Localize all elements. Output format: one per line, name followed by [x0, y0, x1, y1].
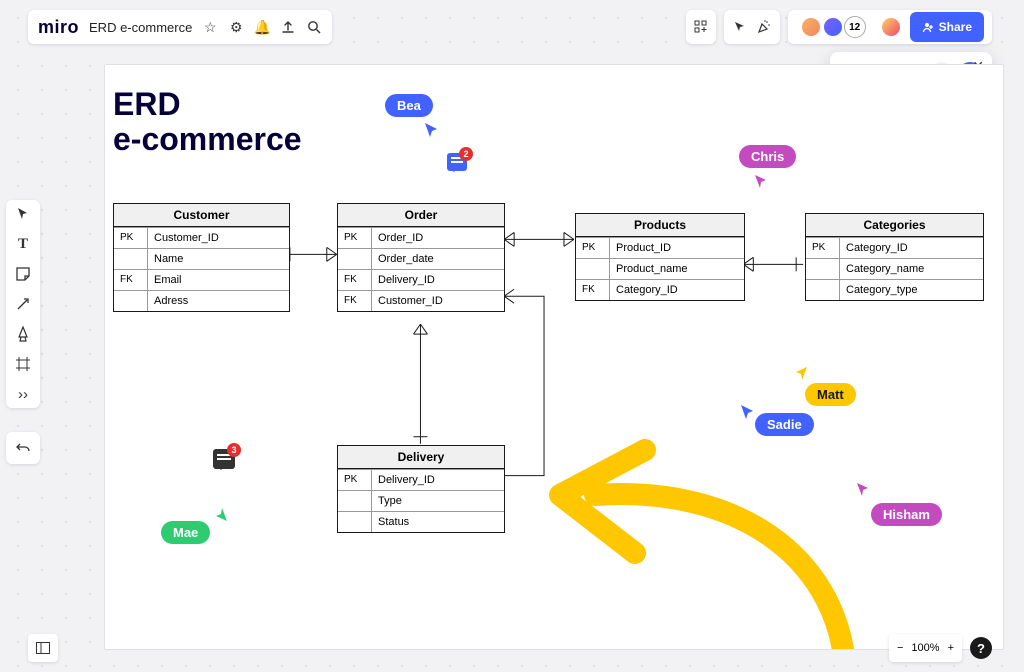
logo[interactable]: miro — [38, 17, 79, 38]
app-root: miro ERD e-commerce ☆ ⚙ 🔔 12 — [0, 0, 1024, 672]
sticky-tool-icon[interactable] — [15, 266, 31, 282]
cursor-label-hisham: Hisham — [871, 503, 942, 526]
cursor-icon — [423, 121, 441, 139]
cursor-label-matt: Matt — [805, 383, 856, 406]
presence-count: 12 — [844, 16, 866, 38]
cursor-label-sadie: Sadie — [755, 413, 814, 436]
board-name[interactable]: ERD e-commerce — [89, 20, 192, 35]
self-avatar[interactable] — [880, 16, 902, 38]
topbar-left: miro ERD e-commerce ☆ ⚙ 🔔 — [28, 10, 332, 44]
cursor-icon — [739, 403, 755, 419]
upload-icon[interactable] — [280, 19, 296, 35]
help-button[interactable]: ? — [970, 637, 992, 659]
star-icon[interactable]: ☆ — [202, 19, 218, 35]
pointer-icon[interactable] — [732, 19, 748, 35]
erd-categories[interactable]: Categories PKCategory_ID Category_name C… — [805, 213, 984, 301]
gear-icon[interactable]: ⚙ — [228, 19, 244, 35]
cursor-icon — [213, 507, 229, 523]
drawn-arrow — [535, 435, 895, 649]
select-tool-icon[interactable] — [15, 206, 31, 222]
diagram-title: ERDe-commerce — [113, 87, 302, 157]
frame-tool-icon[interactable] — [15, 356, 31, 372]
bottom-right: − 100% + ? — [889, 634, 992, 662]
cursor-label-mae: Mae — [161, 521, 210, 544]
zoom-control: − 100% + — [889, 634, 962, 662]
bell-icon[interactable]: 🔔 — [254, 19, 270, 35]
more-tools-icon[interactable]: ›› — [15, 386, 31, 402]
apps-button[interactable] — [686, 10, 716, 44]
erd-order[interactable]: Order PKOrder_ID Order_date FKDelivery_I… — [337, 203, 505, 312]
presence-pill[interactable]: 12 Share — [788, 10, 992, 44]
erd-customer[interactable]: Customer PKCustomer_ID Name FKEmail Adre… — [113, 203, 290, 312]
erd-delivery[interactable]: Delivery PKDelivery_ID Type Status — [337, 445, 505, 533]
comment-bubble-dark[interactable]: 3 — [213, 449, 235, 469]
cursor-icon — [793, 365, 809, 381]
zoom-in-button[interactable]: + — [948, 642, 954, 654]
panel-toggle-icon[interactable] — [28, 634, 58, 662]
zoom-out-button[interactable]: − — [897, 642, 903, 654]
zoom-level: 100% — [911, 642, 939, 654]
cursor-icon — [855, 481, 871, 497]
cursor-label-bea: Bea — [385, 94, 433, 117]
side-toolbar: T ›› — [6, 200, 40, 408]
pen-tool-icon[interactable] — [15, 326, 31, 342]
cursor-icon — [753, 173, 769, 189]
cursor-label-chris: Chris — [739, 145, 796, 168]
confetti-icon[interactable] — [756, 19, 772, 35]
topbar-right: 12 Share — [686, 10, 992, 44]
search-icon[interactable] — [306, 19, 322, 35]
canvas-frame[interactable]: ERDe-commerce Customer — [104, 64, 1004, 650]
erd-products[interactable]: Products PKProduct_ID Product_name FKCat… — [575, 213, 745, 301]
text-tool-icon[interactable]: T — [15, 236, 31, 252]
undo-button[interactable] — [6, 432, 40, 464]
share-button[interactable]: Share — [910, 12, 984, 42]
arrow-tool-icon[interactable] — [15, 296, 31, 312]
comment-bubble[interactable]: 2 — [447, 153, 467, 171]
cursor-tools — [724, 10, 780, 44]
